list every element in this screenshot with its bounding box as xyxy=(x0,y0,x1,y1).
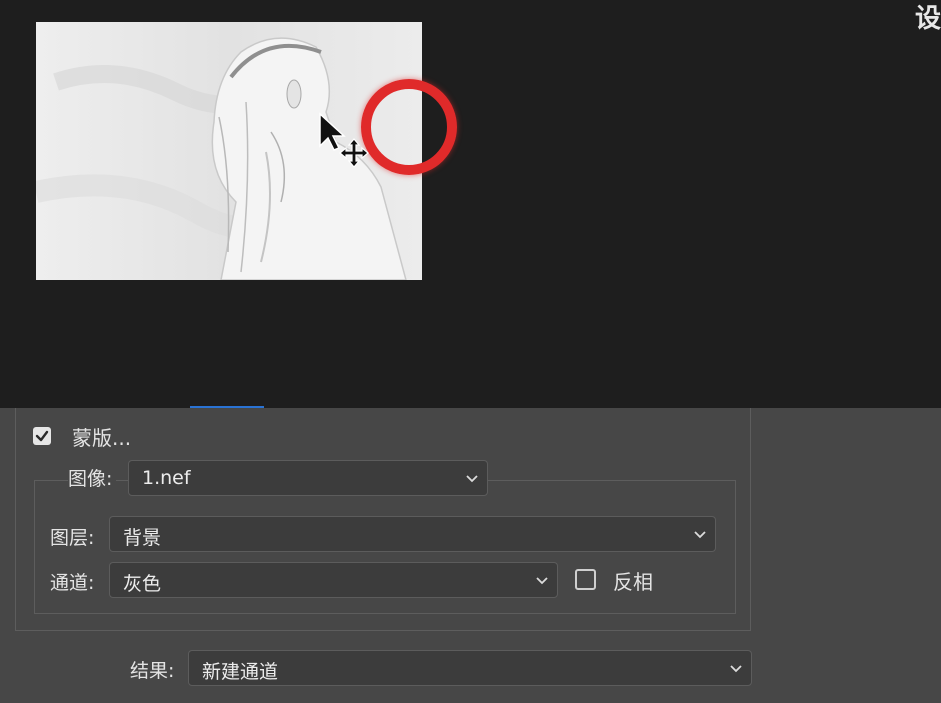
result-select[interactable]: 新建通道 xyxy=(188,650,752,686)
canvas-area: 设 xyxy=(0,0,941,408)
checkmark-icon xyxy=(35,430,49,442)
invert-label: 反相 xyxy=(613,570,653,594)
channel-label: 通道: xyxy=(50,572,95,594)
chevron-down-icon xyxy=(730,665,742,673)
apply-image-panel: 蒙版... 图像: 1.nef 图层: 背景 通道: 灰色 反相 结果: 新建通… xyxy=(0,408,941,703)
invert-checkbox[interactable] xyxy=(575,569,596,590)
channel-select[interactable]: 灰色 xyxy=(109,562,558,598)
chevron-down-icon xyxy=(466,475,478,483)
move-icon xyxy=(339,138,369,168)
layer-select[interactable]: 背景 xyxy=(109,516,716,552)
layer-value: 背景 xyxy=(123,527,162,549)
image-select[interactable]: 1.nef xyxy=(128,460,488,496)
result-value: 新建通道 xyxy=(202,661,279,683)
chevron-down-icon xyxy=(536,577,548,585)
mask-label: 蒙版... xyxy=(72,426,132,450)
result-label: 结果: xyxy=(130,660,175,682)
image-label: 图像: xyxy=(68,464,117,491)
layer-label: 图层: xyxy=(50,527,95,549)
image-value: 1.nef xyxy=(142,467,191,489)
corner-text: 设 xyxy=(914,4,941,34)
chevron-down-icon xyxy=(694,531,706,539)
channel-value: 灰色 xyxy=(123,573,162,595)
highlight-ring xyxy=(361,79,457,175)
mask-checkbox[interactable] xyxy=(33,427,51,445)
